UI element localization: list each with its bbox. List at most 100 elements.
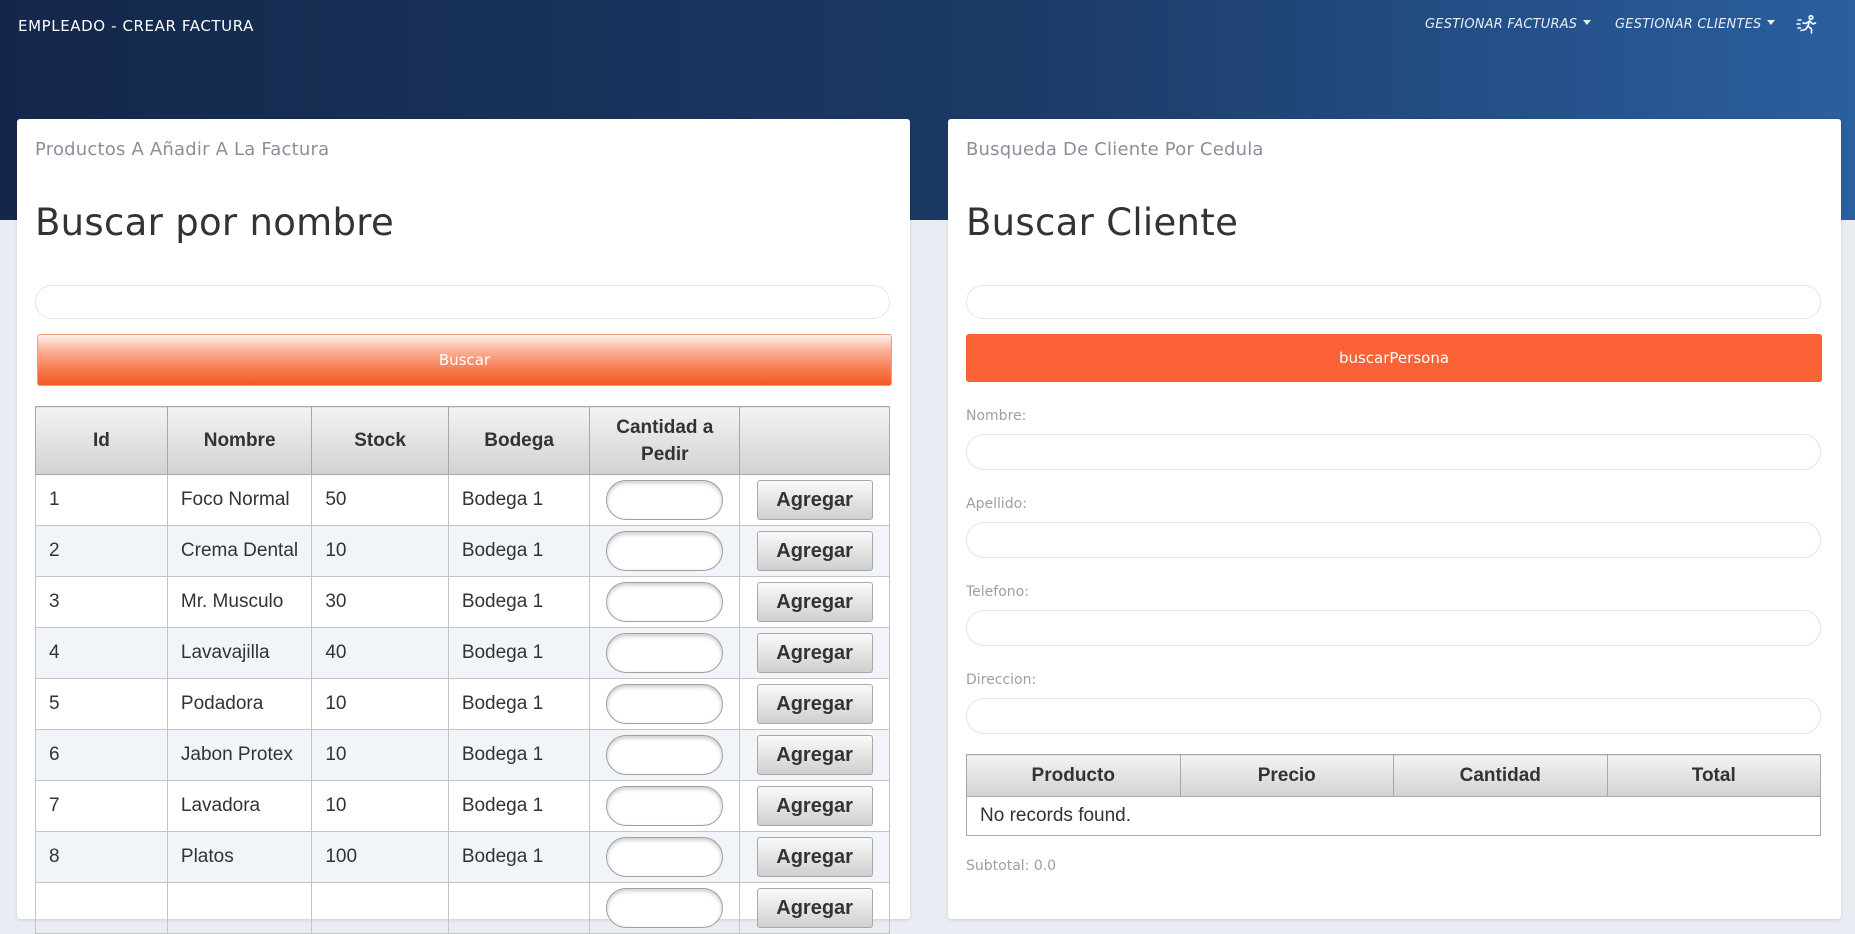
direccion-field[interactable] <box>966 698 1821 734</box>
cell-cantidad <box>589 831 741 883</box>
nombre-label: Nombre: <box>966 408 1027 424</box>
telefono-label: Telefono: <box>966 584 1029 600</box>
column-header <box>739 406 890 475</box>
caret-down-icon <box>1583 20 1592 25</box>
brand-title: EMPLEADO - CREAR FACTURA <box>18 17 255 35</box>
nav-menu-gestionar-clientes[interactable]: GESTIONAR CLIENTES <box>1615 17 1776 32</box>
quantity-input[interactable] <box>606 480 724 520</box>
nav-menu-label: GESTIONAR CLIENTES <box>1615 17 1762 32</box>
cell-action: Agregar <box>739 525 890 577</box>
table-row: 2 Crema Dental 10 Bodega 1 Agregar <box>35 525 890 577</box>
cell-cantidad <box>589 729 741 781</box>
telefono-field[interactable] <box>966 610 1821 646</box>
cell-action: Agregar <box>739 882 890 934</box>
cell-nombre: Lavavajilla <box>166 627 313 679</box>
cell-bodega: Bodega 1 <box>447 525 591 577</box>
cell-stock: 10 <box>311 678 449 730</box>
cell-id: 6 <box>35 729 168 781</box>
table-row: 1 Foco Normal 50 Bodega 1 Agregar <box>35 474 890 526</box>
cell-action: Agregar <box>739 678 890 730</box>
cell-id: 8 <box>35 831 168 883</box>
agregar-button[interactable]: Agregar <box>756 684 873 724</box>
cell-stock: 10 <box>311 525 449 577</box>
cell-stock: 40 <box>311 627 449 679</box>
cell-bodega: Bodega 1 <box>447 576 591 628</box>
cell-cantidad <box>589 576 741 628</box>
agregar-button[interactable]: Agregar <box>756 786 873 826</box>
cell-cantidad <box>589 474 741 526</box>
quantity-input[interactable] <box>606 888 724 928</box>
nav-menu-label: GESTIONAR FACTURAS <box>1425 17 1578 32</box>
agregar-button[interactable]: Agregar <box>756 633 873 673</box>
table-row: 5 Podadora 10 Bodega 1 Agregar <box>35 678 890 730</box>
cell-bodega: Bodega 1 <box>447 627 591 679</box>
table-row: 6 Jabon Protex 10 Bodega 1 Agregar <box>35 729 890 781</box>
agregar-button[interactable]: Agregar <box>756 582 873 622</box>
table-row: 4 Lavavajilla 40 Bodega 1 Agregar <box>35 627 890 679</box>
cell-bodega: Bodega 1 <box>447 729 591 781</box>
cell-nombre: Podadora <box>166 678 313 730</box>
table-row: Agregar <box>35 882 890 934</box>
quantity-input[interactable] <box>606 837 724 877</box>
quantity-input[interactable] <box>606 531 724 571</box>
quantity-input[interactable] <box>606 684 724 724</box>
cell-stock: 100 <box>311 831 449 883</box>
direccion-label: Direccion: <box>966 672 1037 688</box>
quantity-input[interactable] <box>606 633 724 673</box>
cell-id: 3 <box>35 576 168 628</box>
invoice-items-table: Producto Precio Cantidad Total No record… <box>966 754 1821 836</box>
cell-cantidad <box>589 525 741 577</box>
quantity-input[interactable] <box>606 582 724 622</box>
cell-bodega: Bodega 1 <box>447 474 591 526</box>
cell-action: Agregar <box>739 627 890 679</box>
client-card: Busqueda De Cliente Por Cedula Buscar Cl… <box>948 119 1841 919</box>
cedula-search-input[interactable] <box>966 285 1821 319</box>
caret-down-icon <box>1767 20 1776 25</box>
products-card-header: Productos A Añadir A La Factura <box>35 139 330 160</box>
column-header: Id <box>35 406 168 475</box>
products-card: Productos A Añadir A La Factura Buscar p… <box>17 119 910 934</box>
cell-action: Agregar <box>739 576 890 628</box>
quantity-input[interactable] <box>606 786 724 826</box>
cell-id: 4 <box>35 627 168 679</box>
subtotal-text: Subtotal: 0.0 <box>966 858 1057 874</box>
cell-stock <box>311 882 449 934</box>
cell-bodega <box>447 882 591 934</box>
buscar-button[interactable]: Buscar <box>37 334 892 386</box>
cell-cantidad <box>589 627 741 679</box>
apellido-label: Apellido: <box>966 496 1027 512</box>
cell-action: Agregar <box>739 474 890 526</box>
cell-nombre <box>166 882 313 934</box>
products-search-heading: Buscar por nombre <box>35 201 395 244</box>
table-row: No records found. <box>966 796 1821 836</box>
cell-bodega: Bodega 1 <box>447 780 591 832</box>
nombre-field[interactable] <box>966 434 1821 470</box>
agregar-button[interactable]: Agregar <box>756 531 873 571</box>
agregar-button[interactable]: Agregar <box>756 888 873 928</box>
agregar-button[interactable]: Agregar <box>756 480 873 520</box>
apellido-field[interactable] <box>966 522 1821 558</box>
agregar-button[interactable]: Agregar <box>756 735 873 775</box>
cell-nombre: Platos <box>166 831 313 883</box>
cell-cantidad <box>589 780 741 832</box>
product-search-input[interactable] <box>35 285 890 319</box>
running-person-icon[interactable] <box>1796 14 1818 40</box>
products-table-header-row: Id Nombre Stock Bodega Cantidad a Pedir <box>35 406 890 475</box>
nav-menu-gestionar-facturas[interactable]: GESTIONAR FACTURAS <box>1425 17 1592 32</box>
agregar-button[interactable]: Agregar <box>756 837 873 877</box>
cell-bodega: Bodega 1 <box>447 678 591 730</box>
table-row: 7 Lavadora 10 Bodega 1 Agregar <box>35 780 890 832</box>
column-header: Total <box>1606 754 1821 797</box>
buscar-persona-button[interactable]: buscarPersona <box>966 334 1822 382</box>
cell-id: 5 <box>35 678 168 730</box>
cell-nombre: Foco Normal <box>166 474 313 526</box>
cell-id: 1 <box>35 474 168 526</box>
cell-stock: 30 <box>311 576 449 628</box>
client-search-heading: Buscar Cliente <box>966 201 1239 244</box>
empty-message: No records found. <box>966 796 1821 836</box>
table-row: 3 Mr. Musculo 30 Bodega 1 Agregar <box>35 576 890 628</box>
cell-action: Agregar <box>739 729 890 781</box>
cell-stock: 10 <box>311 780 449 832</box>
column-header: Cantidad <box>1393 754 1608 797</box>
quantity-input[interactable] <box>606 735 724 775</box>
